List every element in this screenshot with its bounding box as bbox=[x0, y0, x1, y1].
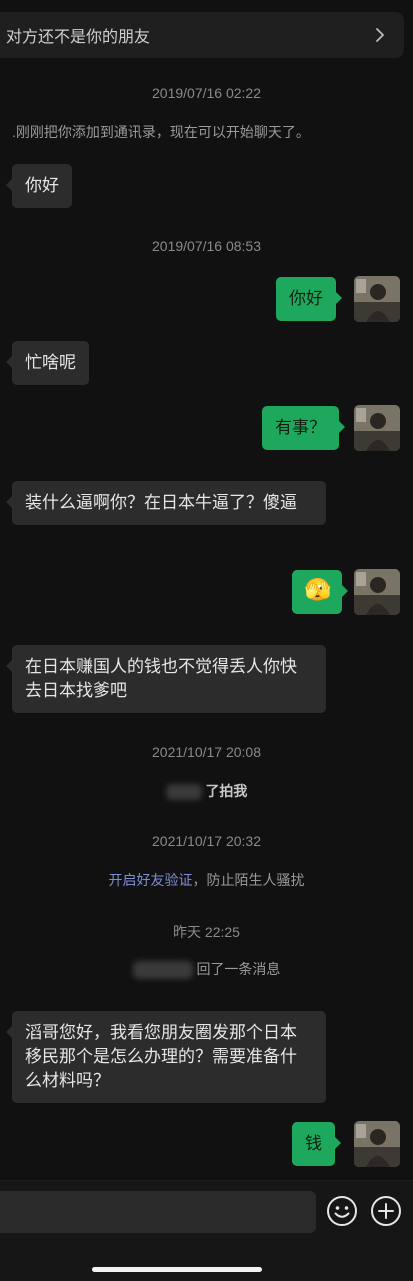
stranger-banner[interactable]: 对方还不是你的朋友 bbox=[0, 12, 404, 58]
outgoing-message[interactable]: 你好 bbox=[276, 277, 342, 321]
stranger-banner-text: 对方还不是你的朋友 bbox=[6, 29, 151, 46]
timestamp: 昨天 22:25 bbox=[173, 924, 240, 940]
verify-notice: 开启好友验证，防止陌生人骚扰 bbox=[0, 870, 413, 890]
my-avatar[interactable] bbox=[354, 276, 400, 322]
timestamp: 2021/10/17 20:32 bbox=[152, 833, 261, 849]
recall-notice: 回了一条消息 bbox=[0, 959, 413, 980]
outgoing-emoji-message[interactable]: 🫣 bbox=[292, 570, 348, 614]
message-input[interactable] bbox=[0, 1191, 316, 1233]
timestamp: 2019/07/16 08:53 bbox=[152, 238, 261, 254]
my-avatar[interactable] bbox=[354, 405, 400, 451]
plus-circle-icon[interactable] bbox=[370, 1195, 402, 1227]
timestamp: 2021/10/17 20:08 bbox=[152, 744, 261, 760]
redacted-name bbox=[165, 784, 202, 801]
my-avatar[interactable] bbox=[354, 1121, 400, 1167]
verify-notice-text: ，防止陌生人骚扰 bbox=[192, 872, 305, 888]
incoming-message[interactable]: 忙啥呢 bbox=[6, 341, 89, 385]
smiley-icon[interactable] bbox=[326, 1195, 358, 1227]
pat-notice-text: 了拍我 bbox=[205, 783, 248, 799]
pat-notice: 了拍我 bbox=[0, 781, 413, 801]
composer-bar bbox=[0, 1180, 413, 1281]
my-avatar[interactable] bbox=[354, 569, 400, 615]
incoming-message[interactable]: 滔哥您好，我看您朋友圈发那个日本移民那个是怎么办理的？需要准备什么材料吗？ bbox=[6, 1011, 326, 1103]
recall-notice-text: 回了一条消息 bbox=[196, 961, 281, 977]
incoming-message[interactable]: 你好 bbox=[6, 164, 72, 208]
enable-verification-link[interactable]: 开启好友验证 bbox=[109, 872, 193, 888]
chevron-right-icon[interactable] bbox=[370, 25, 390, 45]
home-indicator[interactable] bbox=[92, 1267, 262, 1272]
incoming-message[interactable]: 在日本赚国人的钱也不觉得丢人你快去日本找爹吧 bbox=[6, 645, 326, 713]
timestamp: 2019/07/16 02:22 bbox=[152, 85, 261, 101]
outgoing-message[interactable]: 钱 bbox=[292, 1122, 341, 1166]
redacted-name bbox=[132, 961, 193, 980]
incoming-message[interactable]: 装什么逼啊你？在日本牛逼了？傻逼 bbox=[6, 481, 326, 525]
outgoing-message[interactable]: 有事？ bbox=[262, 406, 345, 450]
system-message-added: .刚刚把你添加到通讯录，现在可以开始聊天了。 bbox=[12, 124, 310, 140]
